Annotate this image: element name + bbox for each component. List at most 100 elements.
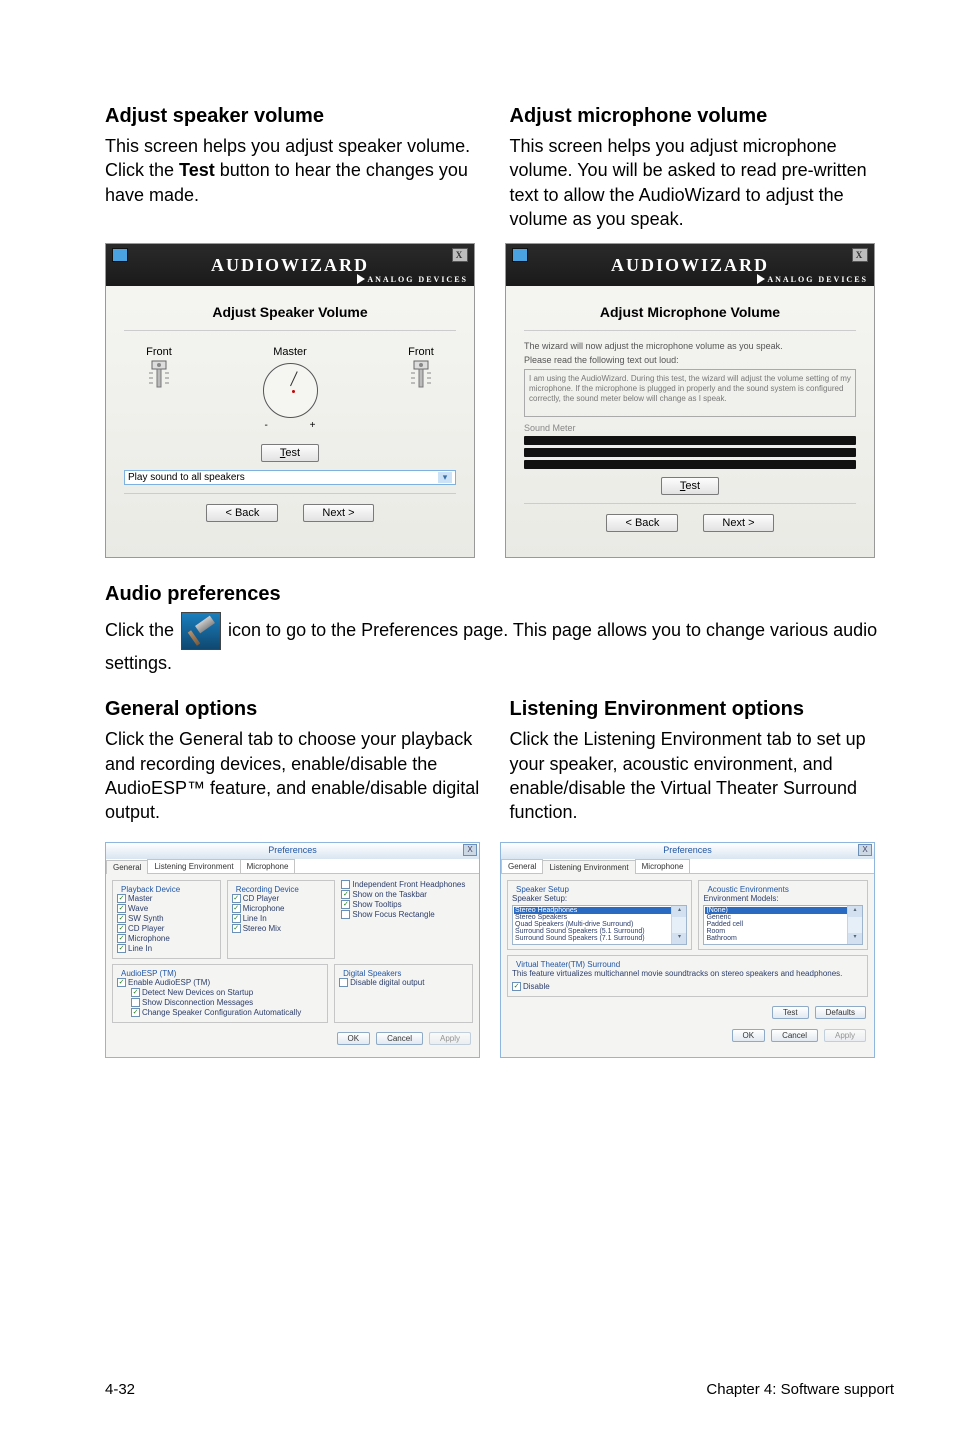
list-item[interactable]: ✓CD Player (232, 894, 331, 903)
audiowizard-mic-dialog: AUDIOWIZARD X ANALOG DEVICES Adjust Micr… (505, 243, 875, 558)
sound-meter-bar (524, 448, 856, 457)
list-item[interactable]: Padded cell (705, 921, 861, 928)
list-item[interactable]: Independent Front Headphones (341, 880, 473, 889)
list-item[interactable]: ✓Detect New Devices on Startup (131, 988, 323, 997)
speaker-setup-label: Speaker Setup: (512, 894, 687, 903)
list-item[interactable]: Room (705, 928, 861, 935)
list-item[interactable]: ✓Master (117, 894, 216, 903)
disable-virtual-check[interactable]: ✓Disable (512, 982, 863, 991)
label: Show Tooltips (352, 900, 401, 909)
dialog-title: AUDIOWIZARD (611, 255, 769, 276)
list-item[interactable]: Stereo Speakers (514, 914, 685, 921)
ok-button[interactable]: OK (337, 1032, 371, 1045)
test-button[interactable]: Test (772, 1006, 809, 1019)
close-icon[interactable]: X (858, 844, 872, 856)
tab-listening[interactable]: Listening Environment (147, 859, 240, 873)
sound-meter-bar (524, 460, 856, 469)
tab-general[interactable]: General (106, 860, 148, 874)
speaker-icon (408, 358, 434, 392)
label: Show on the Taskbar (352, 890, 427, 899)
back-button[interactable]: < Back (206, 504, 278, 522)
digital-legend: Digital Speakers (341, 969, 403, 978)
brand-text: ANALOG DEVICES (367, 275, 468, 284)
dialog-subtitle: Adjust Speaker Volume (124, 296, 456, 331)
adjust-speaker-heading: Adjust speaker volume (105, 105, 490, 128)
tab-general[interactable]: General (501, 859, 543, 873)
audiowizard-speaker-dialog: AUDIOWIZARD X ANALOG DEVICES Adjust Spea… (105, 243, 475, 558)
text: Click the (105, 620, 179, 640)
virtual-legend: Virtual Theater(TM) Surround (514, 960, 622, 969)
tab-microphone[interactable]: Microphone (240, 859, 296, 873)
scrollbar[interactable]: ▴▾ (847, 906, 862, 944)
audio-prefs-text: Click the icon to go to the Preferences … (105, 612, 894, 676)
dialog-title: AUDIOWIZARD (211, 255, 369, 276)
sound-meter-label: Sound Meter (524, 423, 856, 433)
dialog-titlebar: AUDIOWIZARD X ANALOG DEVICES (106, 244, 474, 286)
list-item[interactable]: ✓SW Synth (117, 914, 216, 923)
preferences-listening-dialog: Preferences X General Listening Environm… (500, 842, 875, 1058)
select-value: Play sound to all speakers (128, 472, 245, 483)
apply-button[interactable]: Apply (429, 1032, 471, 1045)
list-item[interactable]: ✓Show on the Taskbar (341, 890, 473, 899)
play-sound-select[interactable]: Play sound to all speakers ▾ (124, 470, 456, 485)
test-button[interactable]: Test (261, 444, 319, 462)
speaker-icon (146, 358, 172, 392)
sound-meter-bar (524, 436, 856, 445)
next-button[interactable]: Next > (703, 514, 773, 532)
dialog-titlebar: AUDIOWIZARD X ANALOG DEVICES (506, 244, 874, 286)
acoustic-listbox[interactable]: (None) Generic Padded cell Room Bathroom… (703, 905, 863, 945)
cancel-button[interactable]: Cancel (771, 1029, 818, 1042)
close-icon[interactable]: X (452, 248, 468, 262)
list-item[interactable]: ✓Microphone (232, 904, 331, 913)
list-item[interactable]: ✓Show Tooltips (341, 900, 473, 909)
list-item[interactable]: ✓Line In (232, 914, 331, 923)
apply-button[interactable]: Apply (824, 1029, 866, 1042)
list-item[interactable]: Stereo Headphones (514, 907, 685, 914)
speaker-setup-listbox[interactable]: Stereo Headphones Stereo Speakers Quad S… (512, 905, 687, 945)
disable-digital-check[interactable]: Disable digital output (339, 978, 468, 987)
list-item[interactable]: Show Disconnection Messages (131, 998, 323, 1007)
list-item[interactable]: Generic (705, 914, 861, 921)
label: Detect New Devices on Startup (142, 988, 253, 997)
list-item[interactable]: ✓Change Speaker Configuration Automatica… (131, 1008, 323, 1017)
list-item[interactable]: Bathroom (705, 935, 861, 942)
next-button[interactable]: Next > (303, 504, 373, 522)
general-options-text: Click the General tab to choose your pla… (105, 727, 490, 824)
label: Front (406, 346, 436, 358)
list-item[interactable]: (None) (705, 907, 861, 914)
list-item[interactable]: Quad Speakers (Multi-drive Surround) (514, 921, 685, 928)
audio-prefs-heading: Audio preferences (105, 583, 894, 606)
close-icon[interactable]: X (463, 844, 477, 856)
close-icon[interactable]: X (852, 248, 868, 262)
defaults-button[interactable]: Defaults (815, 1006, 866, 1019)
master-label: Master (263, 346, 318, 358)
list-item[interactable]: ✓Wave (117, 904, 216, 913)
general-options-heading: General options (105, 698, 490, 721)
label: Front (144, 346, 174, 358)
ok-button[interactable]: OK (732, 1029, 766, 1042)
brand-text: ANALOG DEVICES (767, 275, 868, 284)
list-item[interactable]: ✓CD Player (117, 924, 216, 933)
label: Disable digital output (350, 978, 424, 987)
label: Show Disconnection Messages (142, 998, 253, 1007)
volume-knob[interactable] (263, 363, 318, 418)
enable-audioesp-check[interactable]: ✓Enable AudioESP (TM) (117, 978, 323, 987)
cancel-button[interactable]: Cancel (376, 1032, 423, 1045)
tab-microphone[interactable]: Microphone (635, 859, 691, 873)
tabs: General Listening Environment Microphone (106, 859, 479, 874)
list-item[interactable]: ✓Stereo Mix (232, 924, 331, 933)
tab-listening[interactable]: Listening Environment (542, 860, 635, 874)
chevron-down-icon: ▾ (438, 472, 452, 483)
master-volume: Master -+ (263, 346, 318, 431)
tabs: General Listening Environment Microphone (501, 859, 874, 874)
speaker-setup-legend: Speaker Setup (514, 885, 571, 894)
list-item[interactable]: Surround Sound Speakers (5.1 Surround) (514, 928, 685, 935)
list-item[interactable]: ✓Microphone (117, 934, 216, 943)
list-item[interactable]: ✓Line In (117, 944, 216, 953)
list-item[interactable]: Show Focus Rectangle (341, 910, 473, 919)
scrollbar[interactable]: ▴▾ (671, 906, 686, 944)
label: Line In (243, 914, 267, 923)
back-button[interactable]: < Back (606, 514, 678, 532)
test-button[interactable]: Test (661, 477, 719, 495)
list-item[interactable]: Surround Sound Speakers (7.1 Surround) (514, 935, 685, 942)
